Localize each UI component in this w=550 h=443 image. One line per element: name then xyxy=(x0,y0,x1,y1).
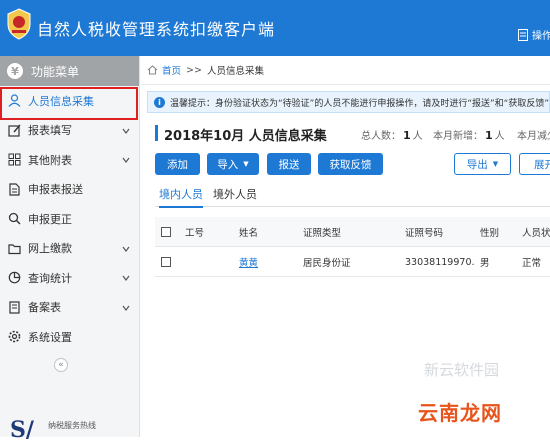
tab-domestic[interactable]: 境内人员 xyxy=(159,186,203,208)
sidebar-item-filing[interactable]: 备案表 xyxy=(0,293,139,323)
tab-overseas[interactable]: 境外人员 xyxy=(213,186,257,206)
column-header: 姓名 xyxy=(239,228,259,239)
import-dropdown-button[interactable]: 导入 ▼ xyxy=(207,153,259,175)
chevron-down-icon: ▼ xyxy=(243,160,249,168)
page-title: 2018年10月 人员信息采集 xyxy=(155,125,327,144)
sidebar: ¥ 功能菜单 人员信息采集 报表填写 其他附表 申报表报送 申报更正 网上缴款 … xyxy=(0,56,140,443)
table-header-row: 工号 姓名 证照类型 证照号码 性别 人员状态 xyxy=(155,217,550,247)
file-icon xyxy=(8,301,21,314)
chevron-down-icon xyxy=(122,275,130,281)
breadcrumb-separator: >> xyxy=(186,64,202,76)
document-icon xyxy=(8,183,21,196)
chevron-down-icon xyxy=(122,305,130,311)
sidebar-item-online-payment[interactable]: 网上缴款 xyxy=(0,234,139,264)
app-title: 自然人税收管理系统扣缴客户端 xyxy=(37,20,276,39)
hotline-logo: S/ xyxy=(10,417,34,443)
sidebar-item-label: 申报表报送 xyxy=(28,183,83,197)
sidebar-item-report-submit[interactable]: 申报表报送 xyxy=(0,175,139,205)
sidebar-item-personnel-info[interactable]: 人员信息采集 xyxy=(0,86,139,116)
column-header: 工号 xyxy=(185,228,205,239)
tip-text: 温馨提示：身份验证状态为“待验证”的人员不能进行申报操作，请及时进行“报送”和“… xyxy=(170,98,549,109)
cell-gender: 男 xyxy=(480,258,490,269)
breadcrumb-current: 人员信息采集 xyxy=(206,66,264,77)
app-header: 自然人税收管理系统扣缴客户端 操作 xyxy=(0,0,550,56)
cell-id-type: 居民身份证 xyxy=(303,258,351,269)
sidebar-item-label: 申报更正 xyxy=(28,212,72,226)
import-label: 导入 xyxy=(217,158,239,171)
service-hotline: S/ 纳税服务热线 xyxy=(0,414,140,443)
sidebar-heading-label: 功能菜单 xyxy=(31,64,80,79)
hotline-label: 纳税服务热线 xyxy=(48,421,96,430)
folder-icon xyxy=(8,242,21,255)
column-header: 证照类型 xyxy=(303,228,342,239)
chevron-down-icon xyxy=(122,128,130,134)
stat-new-value: 1 xyxy=(485,129,493,142)
table-row[interactable]: 黄黄 居民身份证 33038119970... 男 正常 xyxy=(155,247,550,277)
person-icon xyxy=(8,94,21,108)
chart-icon xyxy=(8,271,21,284)
submit-button[interactable]: 报送 xyxy=(267,153,311,175)
breadcrumb: 首页 >> 人员信息采集 xyxy=(141,56,550,85)
chevron-down-icon: ▼ xyxy=(492,160,499,168)
sidebar-item-label: 网上缴款 xyxy=(28,242,72,256)
sidebar-item-other-schedules[interactable]: 其他附表 xyxy=(0,145,139,175)
header-action-label: 操作 xyxy=(532,31,550,42)
stat-total-unit: 人 xyxy=(412,131,423,142)
cell-status: 正常 xyxy=(522,258,542,269)
sidebar-item-system-settings[interactable]: 系统设置 xyxy=(0,322,139,352)
stat-total-label: 总人数： xyxy=(361,131,401,142)
document-icon xyxy=(518,28,528,41)
home-icon xyxy=(147,65,158,75)
sidebar-item-label: 人员信息采集 xyxy=(28,94,94,108)
gear-icon xyxy=(8,330,21,343)
sidebar-item-query-stats[interactable]: 查询统计 xyxy=(0,263,139,293)
stat-reduce: 本月减少 xyxy=(517,127,550,142)
info-icon: i xyxy=(154,96,165,108)
stat-new: 本月新增： 1 人 xyxy=(433,127,505,142)
stat-total-value: 1 xyxy=(403,129,411,142)
column-header: 性别 xyxy=(480,228,500,239)
grid-icon xyxy=(8,153,21,166)
cell-id-number: 33038119970... xyxy=(405,256,475,268)
sidebar-heading: ¥ 功能菜单 xyxy=(0,56,139,86)
sidebar-collapse-button[interactable]: « xyxy=(54,358,68,372)
stat-reduce-label: 本月减少 xyxy=(517,131,550,142)
sidebar-item-report-fill[interactable]: 报表填写 xyxy=(0,116,139,146)
personnel-tabs: 境内人员 境外人员 xyxy=(155,184,550,208)
add-button[interactable]: 添加 xyxy=(155,153,200,175)
row-checkbox[interactable] xyxy=(161,257,171,267)
breadcrumb-home-link[interactable]: 首页 xyxy=(162,63,181,77)
chevron-down-icon xyxy=(122,157,130,163)
chevron-down-icon xyxy=(122,246,130,252)
export-dropdown-button[interactable]: 导出 ▼ xyxy=(454,153,511,175)
sidebar-item-report-correction[interactable]: 申报更正 xyxy=(0,204,139,234)
sidebar-item-label: 查询统计 xyxy=(28,271,72,285)
cell-name-link[interactable]: 黄黄 xyxy=(239,247,258,277)
sidebar-item-label: 备案表 xyxy=(28,301,61,315)
column-header: 人员状态 xyxy=(522,228,550,239)
header-action-button[interactable]: 操作 xyxy=(518,27,550,42)
tax-emblem-icon xyxy=(7,8,31,40)
sidebar-item-label: 报表填写 xyxy=(28,124,72,138)
stat-new-unit: 人 xyxy=(494,131,505,142)
column-header: 证照号码 xyxy=(405,228,444,239)
select-all-checkbox[interactable] xyxy=(161,227,171,237)
edit-icon xyxy=(8,124,21,137)
sidebar-item-label: 系统设置 xyxy=(28,330,72,344)
personnel-table: 工号 姓名 证照类型 证照号码 性别 人员状态 黄黄 居民身份证 3303811… xyxy=(155,217,550,277)
stat-new-label: 本月新增： xyxy=(433,131,483,142)
yen-icon: ¥ xyxy=(7,63,23,79)
stat-total: 总人数： 1 人 xyxy=(361,127,423,142)
get-feedback-button[interactable]: 获取反馈 xyxy=(318,153,383,175)
export-label: 导出 xyxy=(466,158,488,171)
select-all-checkbox-cell xyxy=(161,217,171,247)
row-checkbox-cell xyxy=(161,247,171,277)
sidebar-item-label: 其他附表 xyxy=(28,153,72,167)
search-icon xyxy=(8,212,21,225)
tip-banner: i 温馨提示：身份验证状态为“待验证”的人员不能进行申报操作，请及时进行“报送”… xyxy=(147,91,550,113)
expand-button[interactable]: 展开 xyxy=(519,153,550,175)
faint-watermark: 新云软件园 xyxy=(424,361,500,379)
site-watermark: 云南龙网 xyxy=(418,401,502,425)
